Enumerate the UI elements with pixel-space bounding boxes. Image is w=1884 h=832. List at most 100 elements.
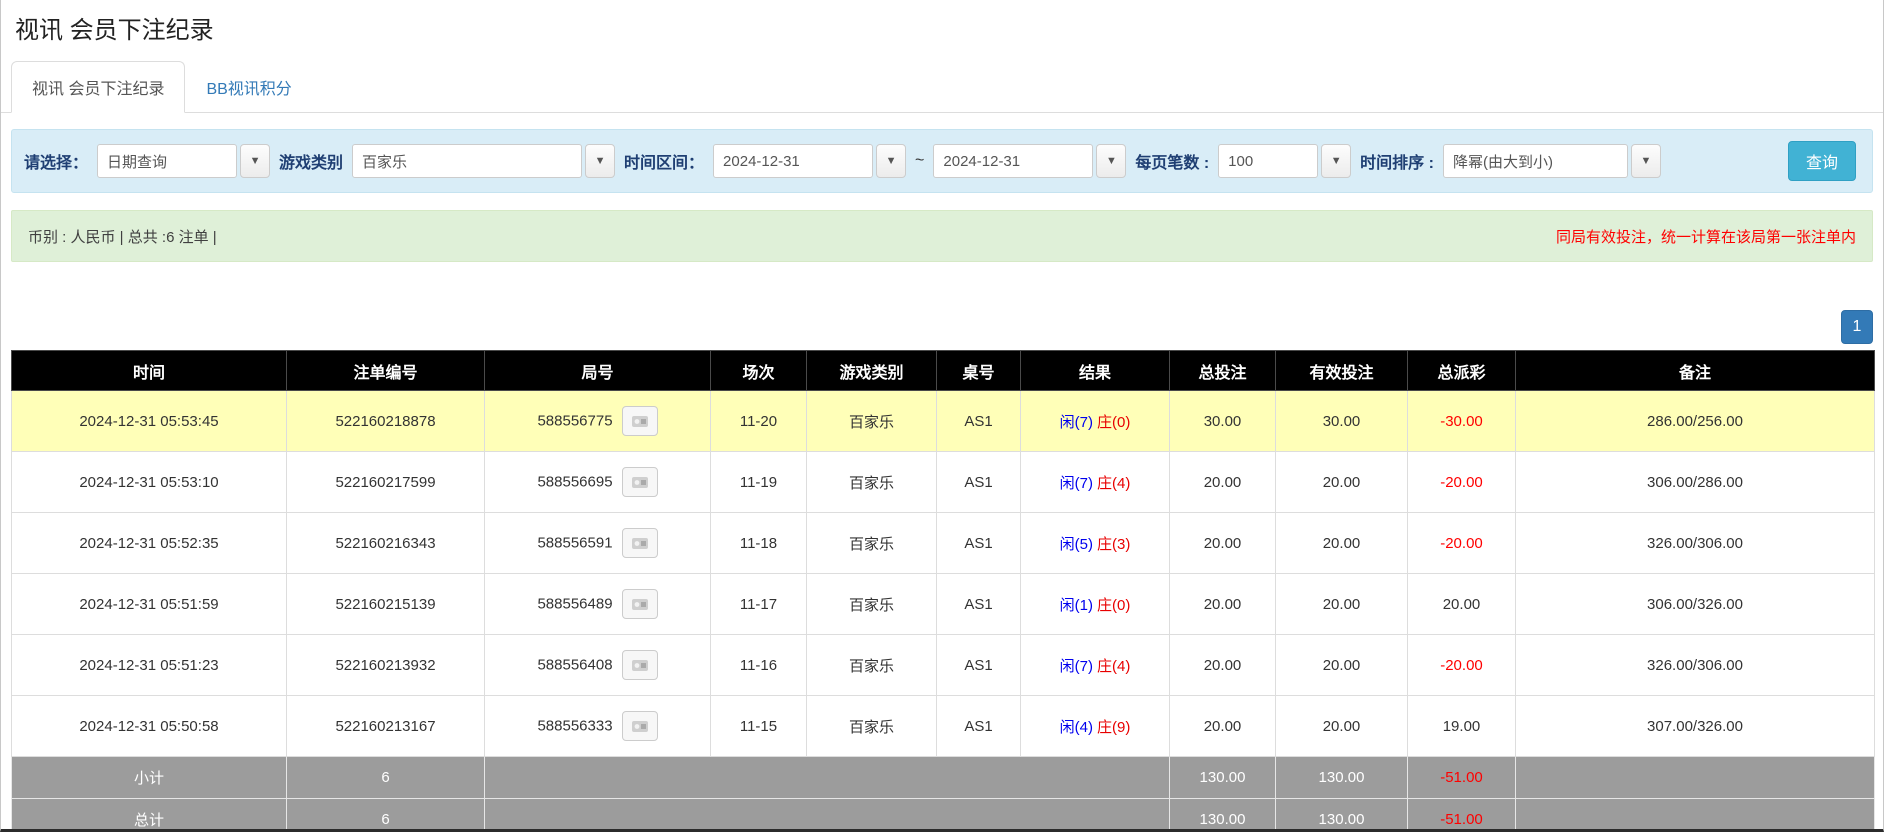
subtotal-valid-bet: 130.00 [1276,757,1408,799]
film-icon [631,536,649,551]
cell-total-bet[interactable]: 30.00 [1170,391,1276,452]
cell-result: 闲(7)庄(4) [1021,635,1170,696]
page-button-1[interactable]: 1 [1841,310,1873,344]
replay-video-icon-button[interactable] [622,467,658,497]
query-type-input[interactable] [97,144,237,178]
cell-time: 2024-12-31 05:53:45 [12,391,287,452]
sort-dropdown-button[interactable]: ▼ [1631,144,1661,178]
cell-valid-bet: 20.00 [1276,635,1408,696]
total-row: 总计 6 130.00 130.00 -51.00 [12,799,1875,832]
table-row: 2024-12-31 05:51:59 522160215139 5885564… [12,574,1875,635]
cell-table-no: AS1 [937,574,1021,635]
cell-valid-bet: 20.00 [1276,452,1408,513]
result-player: 闲(7) [1060,658,1093,675]
search-button[interactable]: 查询 [1788,141,1856,181]
cell-round-id: 588556333 [485,696,711,757]
cell-result: 闲(5)庄(3) [1021,513,1170,574]
cell-total-bet[interactable]: 20.00 [1170,452,1276,513]
film-icon [631,658,649,673]
cell-time: 2024-12-31 05:53:10 [12,452,287,513]
chevron-down-icon: ▼ [1331,155,1342,167]
cell-valid-bet: 20.00 [1276,574,1408,635]
total-label: 总计 [12,799,287,832]
table-header-row: 时间 注单编号 局号 场次 游戏类别 桌号 结果 总投注 有效投注 总派彩 备注 [12,351,1875,391]
header-valid-bet: 有效投注 [1276,351,1408,391]
game-type-combobox: ▼ [352,144,615,178]
replay-video-icon-button[interactable] [622,711,658,741]
result-player: 闲(1) [1060,597,1093,614]
date-to-input[interactable] [933,144,1093,178]
cell-game-type: 百家乐 [807,574,937,635]
cell-remark: 286.00/256.00 [1516,391,1875,452]
cell-payout: 19.00 [1408,696,1516,757]
cell-session: 11-16 [711,635,807,696]
round-id-text: 588556489 [537,596,612,613]
cell-total-bet[interactable]: 20.00 [1170,513,1276,574]
sort-input[interactable] [1443,144,1628,178]
query-type-label: 请选择： [24,149,88,173]
round-id-text: 588556591 [537,535,612,552]
cell-total-bet[interactable]: 20.00 [1170,635,1276,696]
subtotal-payout: -51.00 [1408,757,1516,799]
chevron-down-icon: ▼ [1641,155,1652,167]
cell-result: 闲(1)庄(0) [1021,574,1170,635]
game-type-input[interactable] [352,144,582,178]
cell-bet-id: 522160215139 [287,574,485,635]
result-player: 闲(7) [1060,414,1093,431]
total-valid-bet: 130.00 [1276,799,1408,832]
film-icon [631,597,649,612]
subtotal-remark [1516,757,1875,799]
film-icon [631,719,649,734]
date-to-picker: ▼ [933,144,1126,178]
cell-remark: 306.00/326.00 [1516,574,1875,635]
total-remark [1516,799,1875,832]
date-from-dropdown-button[interactable]: ▼ [876,144,906,178]
cell-bet-id: 522160213167 [287,696,485,757]
per-page-dropdown-button[interactable]: ▼ [1321,144,1351,178]
cell-round-id: 588556695 [485,452,711,513]
header-round-id: 局号 [485,351,711,391]
cell-payout: -30.00 [1408,391,1516,452]
header-time: 时间 [12,351,287,391]
query-type-combobox: ▼ [97,144,270,178]
filter-bar: 请选择： ▼ 游戏类别 ▼ 时间区间： ▼ ~ ▼ 每页笔数 : ▼ 时间排序 … [11,129,1873,193]
replay-video-icon-button[interactable] [622,650,658,680]
time-range-label: 时间区间： [624,149,704,173]
query-type-dropdown-button[interactable]: ▼ [240,144,270,178]
date-from-input[interactable] [713,144,873,178]
game-type-dropdown-button[interactable]: ▼ [585,144,615,178]
per-page-input[interactable] [1218,144,1318,178]
replay-video-icon-button[interactable] [622,528,658,558]
subtotal-row: 小计 6 130.00 130.00 -51.00 [12,757,1875,799]
cell-remark: 326.00/306.00 [1516,513,1875,574]
replay-video-icon-button[interactable] [622,406,658,436]
cell-round-id: 588556591 [485,513,711,574]
cell-remark: 326.00/306.00 [1516,635,1875,696]
cell-session: 11-17 [711,574,807,635]
cell-table-no: AS1 [937,696,1021,757]
table-row: 2024-12-31 05:50:58 522160213167 5885563… [12,696,1875,757]
cell-remark: 307.00/326.00 [1516,696,1875,757]
round-id-text: 588556775 [537,413,612,430]
cell-valid-bet: 20.00 [1276,696,1408,757]
tab-betting-records[interactable]: 视讯 会员下注纪录 [11,61,185,113]
replay-video-icon-button[interactable] [622,589,658,619]
result-banker: 庄(0) [1097,414,1130,431]
page-container: 视讯 会员下注纪录 视讯 会员下注纪录 BB视讯积分 请选择： ▼ 游戏类别 ▼… [0,0,1884,832]
cell-game-type: 百家乐 [807,513,937,574]
cell-bet-id: 522160213932 [287,635,485,696]
tab-bb-points[interactable]: BB视讯积分 [185,61,312,113]
subtotal-spacer [485,757,1170,799]
table-row: 2024-12-31 05:53:45 522160218878 5885567… [12,391,1875,452]
date-to-dropdown-button[interactable]: ▼ [1096,144,1126,178]
total-spacer [485,799,1170,832]
per-page-combobox: ▼ [1218,144,1351,178]
betting-records-table: 时间 注单编号 局号 场次 游戏类别 桌号 结果 总投注 有效投注 总派彩 备注… [11,350,1875,832]
subtotal-total-bet: 130.00 [1170,757,1276,799]
cell-table-no: AS1 [937,452,1021,513]
cell-total-bet[interactable]: 20.00 [1170,574,1276,635]
total-count: 6 [287,799,485,832]
sort-label: 时间排序 : [1360,149,1434,173]
result-banker: 庄(4) [1097,475,1130,492]
cell-total-bet[interactable]: 20.00 [1170,696,1276,757]
